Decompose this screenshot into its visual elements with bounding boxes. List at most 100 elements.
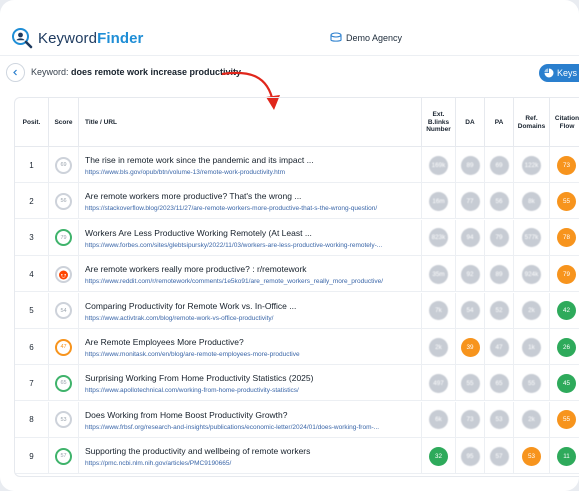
ref-domains-badge: 924k (522, 264, 541, 284)
table-row[interactable]: 5 54 Comparing Productivity for Remote Wo… (15, 292, 579, 329)
pa-badge: 89 (489, 264, 509, 284)
score-badge: 54 (55, 302, 72, 320)
row-position: 2 (29, 196, 34, 206)
pa-badge: 79 (489, 228, 509, 248)
header-ext-backlinks[interactable]: Ext. B.links Number (422, 98, 456, 147)
table-row[interactable]: 4 Are remote workers really more product… (15, 256, 579, 293)
row-position: 5 (29, 306, 34, 316)
header-score[interactable]: Score (49, 98, 79, 147)
result-url-link[interactable]: https://pmc.ncbi.nlm.nih.gov/articles/PM… (85, 460, 231, 467)
header-title-url[interactable]: Title / URL (79, 98, 422, 147)
results-table: Posit. Score Title / URL Ext. B.links Nu… (14, 97, 579, 477)
da-badge: 54 (460, 301, 480, 321)
keyword-value: does remote work increase productivity (71, 67, 242, 77)
result-url-link[interactable]: https://www.apollotechnical.com/working-… (85, 387, 299, 394)
score-badge (55, 265, 72, 283)
ref-domains-badge: 55 (522, 373, 541, 393)
table-row[interactable]: 6 47 Are Remote Employees More Productive… (15, 329, 579, 365)
da-badge: 94 (460, 228, 480, 248)
result-url-link[interactable]: https://www.activtrak.com/blog/remote-wo… (85, 315, 273, 322)
result-url-link[interactable]: https://www.bls.gov/opub/btn/volume-13/r… (85, 169, 285, 176)
score-badge: 57 (55, 447, 72, 465)
ext-backlinks-badge: 6k (429, 410, 448, 430)
reddit-icon (59, 270, 68, 280)
citation-flow-badge: 42 (557, 301, 576, 321)
header-ref-domains[interactable]: Ref. Domains (514, 98, 550, 147)
result-url-link[interactable]: https://www.reddit.com/r/remotework/comm… (85, 278, 383, 285)
pa-badge: 53 (489, 410, 509, 430)
row-position: 1 (29, 160, 34, 170)
row-position: 8 (29, 415, 34, 425)
score-badge: 69 (55, 156, 72, 174)
table-row[interactable]: 1 69 The rise in remote work since the pa… (15, 147, 579, 183)
table-row[interactable]: 9 57 Supporting the productivity and well… (15, 438, 579, 475)
da-badge: 73 (460, 410, 480, 430)
table-header: Posit. Score Title / URL Ext. B.links Nu… (15, 98, 579, 147)
result-title[interactable]: Supporting the productivity and wellbein… (85, 446, 310, 456)
brand-part2: Finder (97, 30, 144, 47)
keys-button[interactable]: Keys (539, 64, 579, 82)
result-title[interactable]: Workers Are Less Productive Working Remo… (85, 228, 312, 238)
result-title[interactable]: Are remote workers really more productiv… (85, 264, 307, 274)
ext-backlinks-badge: 169k (429, 155, 448, 175)
app-window: KeywordFinder Demo Agency Keyword: does … (0, 0, 579, 491)
citation-flow-badge: 78 (557, 228, 576, 248)
table-row[interactable]: 8 53 Does Working from Home Boost Product… (15, 401, 579, 438)
brand-part1: Keyword (38, 30, 98, 47)
ref-domains-badge: 577k (522, 228, 541, 248)
pa-badge: 57 (489, 446, 509, 466)
pie-chart-icon (544, 68, 554, 78)
result-title[interactable]: The rise in remote work since the pandem… (85, 155, 314, 165)
ref-domains-badge: 122k (522, 155, 541, 175)
table-row[interactable]: 2 56 Are remote workers more productive? … (15, 183, 579, 220)
pa-badge: 52 (489, 301, 509, 321)
citation-flow-badge: 11 (557, 446, 576, 466)
score-badge: 79 (55, 229, 72, 247)
result-url-link[interactable]: https://www.forbes.com/sites/glebtsipurs… (85, 242, 382, 249)
score-badge: 65 (55, 374, 72, 392)
ext-backlinks-badge: 32 (429, 446, 448, 466)
citation-flow-badge: 79 (557, 264, 576, 284)
pa-badge: 65 (489, 373, 509, 393)
da-badge: 92 (460, 264, 480, 284)
ref-domains-badge: 2k (522, 301, 541, 321)
table-row[interactable]: 7 65 Surprising Working From Home Product… (15, 365, 579, 402)
da-badge: 55 (460, 373, 480, 393)
da-badge: 89 (460, 155, 480, 175)
brand-title: KeywordFinder (38, 30, 144, 47)
header-da[interactable]: DA (456, 98, 485, 147)
da-badge: 39 (460, 337, 480, 357)
ext-backlinks-badge: 35m (429, 264, 448, 284)
ext-backlinks-badge: 497 (429, 373, 448, 393)
header: KeywordFinder Demo Agency (0, 0, 579, 56)
ref-domains-badge: 8k (522, 191, 541, 211)
row-position: 7 (29, 378, 34, 388)
result-url-link[interactable]: https://stackoverflow.blog/2023/11/27/ar… (85, 205, 377, 212)
header-position[interactable]: Posit. (15, 98, 49, 147)
result-title[interactable]: Are remote workers more productive? That… (85, 191, 301, 201)
pa-badge: 56 (489, 191, 509, 211)
chevron-left-icon (13, 69, 17, 76)
agency-selector[interactable]: Demo Agency (330, 32, 402, 43)
citation-flow-badge: 26 (557, 337, 576, 357)
score-badge: 53 (55, 411, 72, 429)
result-title[interactable]: Comparing Productivity for Remote Work v… (85, 301, 296, 311)
result-url-link[interactable]: https://www.frbsf.org/research-and-insig… (85, 424, 379, 431)
result-url-link[interactable]: https://www.monitask.com/en/blog/are-rem… (85, 351, 300, 358)
back-button[interactable] (6, 63, 25, 82)
ref-domains-badge: 2k (522, 410, 541, 430)
da-badge: 95 (460, 446, 480, 466)
citation-flow-badge: 55 (557, 410, 576, 430)
score-badge: 56 (55, 192, 72, 210)
header-pa[interactable]: PA (485, 98, 514, 147)
keyword-label: Keyword: (31, 67, 69, 77)
header-citation-flow[interactable]: Citation Flow (550, 98, 579, 147)
result-title[interactable]: Are Remote Employees More Productive? (85, 337, 244, 347)
result-title[interactable]: Does Working from Home Boost Productivit… (85, 410, 288, 420)
row-position: 9 (29, 451, 34, 461)
citation-flow-badge: 45 (557, 373, 576, 393)
pa-badge: 69 (489, 155, 509, 175)
result-title[interactable]: Surprising Working From Home Productivit… (85, 373, 313, 383)
agency-name: Demo Agency (346, 32, 403, 43)
table-row[interactable]: 3 79 Workers Are Less Productive Working … (15, 219, 579, 256)
